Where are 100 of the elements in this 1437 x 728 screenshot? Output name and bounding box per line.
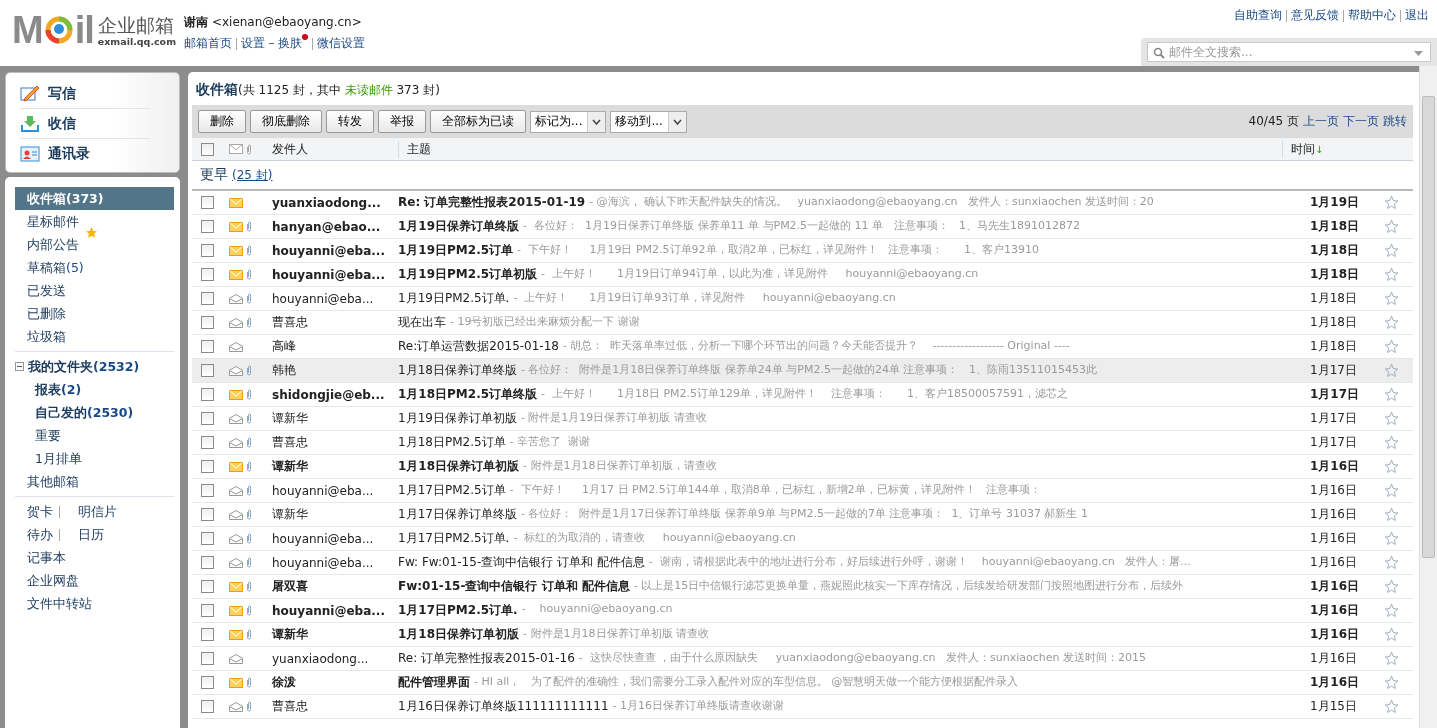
row-checkbox[interactable] [200,484,214,497]
folder-item[interactable]: 收件箱(373) [15,187,174,210]
row-checkbox[interactable] [200,340,214,353]
nav-link[interactable]: 换肤 [278,35,303,52]
star-icon[interactable] [1384,507,1399,522]
folder-item[interactable]: 自己发的(2530) [15,401,174,424]
email-row[interactable]: houyanni@eba... 1月19日PM2.5订单初版 - 上午好！ 1月19日订单94订单，以此为准，详见附件 houyanni@ebaoyang.cn 1月18日 [192,263,1413,287]
tool-link[interactable]: 待办 [15,523,53,546]
nav-link[interactable]: 邮箱首页 [184,35,233,52]
row-checkbox[interactable] [200,388,214,401]
folder-item[interactable]: 垃圾箱 [15,325,174,348]
folder-item[interactable]: 重要 [15,424,174,447]
email-row[interactable]: 谭新华 1月18日保养订单初版 - 附件是1月18日保养订单初版，请查收 1月16日 [192,455,1413,479]
email-row[interactable]: 谭新华 1月17日保养订单终版 - 各位好： 附件是1月17日保养订单终版 保养单9单 与PM2.5一起做的7单 注意事项： 1、订单号 31037 郝新生 1 1月16日 [192,503,1413,527]
row-checkbox[interactable] [200,412,214,425]
header-link[interactable]: 帮助中心 [1348,7,1396,24]
email-row[interactable]: yuanxiaodong... Re: 订单完整性报表2015-01-16 - 这快尽快查查 ，由于什么原因缺失 yuanxiaodong@ebaoyang.cn 发件人：sunxiaochen 发送时间：2015 1月16日 [192,647,1413,671]
scrollbar[interactable] [1419,66,1437,728]
tool-link[interactable]: 明信片 [66,500,117,523]
header-link[interactable]: 意见反馈 [1291,7,1339,24]
email-row[interactable]: 曹喜忠 1月16日保养订单终版111111111111 - 1月16日保养订单终版请查收谢谢 1月15日 [192,695,1413,719]
column-header[interactable]: 主题 [398,140,1282,158]
header-link[interactable]: 退出 [1405,7,1429,24]
email-row[interactable]: houyanni@eba... 1月17日PM2.5订单. - houyanni@ebaoyang.cn 1月16日 [192,599,1413,623]
email-row[interactable]: houyanni@eba... 1月19日PM2.5订单. - 上午好！ 1月19日订单93订单，详见附件 houyanni@ebaoyang.cn 1月18日 [192,287,1413,311]
email-row[interactable]: 徐泼 配件管理界面 - HI all， 为了配件的准确性，我们需要分工录入配件对应的车型信息。 @智慧明天做一个能方便根据配件录入 1月16日 [192,671,1413,695]
folder-item[interactable]: 报表(2) [15,378,174,401]
tool-link[interactable]: 文件中转站 [15,592,92,615]
collapse-icon[interactable] [15,362,24,371]
star-icon[interactable] [1384,291,1399,306]
star-icon[interactable] [1384,267,1399,282]
toolbar-button[interactable]: 举报 [378,110,426,133]
row-checkbox[interactable] [200,316,214,329]
star-icon[interactable] [1384,579,1399,594]
folder-item[interactable]: 已删除 [15,302,174,325]
row-checkbox[interactable] [200,556,214,569]
star-icon[interactable] [1384,435,1399,450]
nav-link[interactable]: 设置 [241,35,266,52]
action-link[interactable]: 通讯录 [20,139,150,168]
action-link[interactable]: 写信 [20,79,150,109]
star-icon[interactable] [1384,195,1399,210]
row-checkbox[interactable] [200,700,214,713]
toolbar-button[interactable]: 全部标为已读 [430,110,526,133]
email-row[interactable]: 曹喜忠 1月18日PM2.5订单 - 辛苦您了 谢谢 1月17日 [192,431,1413,455]
tool-link[interactable]: 记事本 [15,546,66,569]
folder-item[interactable]: 已发送 [15,279,174,302]
star-icon[interactable] [1384,339,1399,354]
email-row[interactable]: 谭新华 1月19日保养订单初版 - 附件是1月19日保养订单初版 请查收 1月17日 [192,407,1413,431]
folder-item[interactable]: 1月排单 [15,447,174,470]
search-field[interactable]: 邮件全文搜索... [1147,42,1431,62]
star-icon[interactable] [1384,315,1399,330]
folder-item[interactable]: 星标邮件 [15,210,174,233]
row-checkbox[interactable] [200,244,214,257]
pagination-link[interactable]: 跳转 [1383,113,1407,130]
folder-item[interactable]: 其他邮箱 [15,470,174,493]
row-checkbox[interactable] [200,580,214,593]
row-checkbox[interactable] [200,532,214,545]
row-checkbox[interactable] [200,436,214,449]
row-checkbox[interactable] [200,604,214,617]
row-checkbox[interactable] [200,628,214,641]
select-all-checkbox[interactable] [200,142,214,156]
email-row[interactable]: houyanni@eba... 1月17日PM2.5订单 - 下午好！ 1月17 日 PM2.5订单144单，取消8单，已标红，新增2单，已标黄，详见附件！ 注意事项： 1月16日 [192,479,1413,503]
star-icon[interactable] [1384,555,1399,570]
email-row[interactable]: 屠双喜 Fw:01-15-查询中信银行 订单和 配件信息 - 以上是15日中信银行滤芯更换单量，燕妮照此核实一下库存情况，后续发给研发部门按照地图进行分布，后续外 1月16日 [192,575,1413,599]
email-row[interactable]: 谭新华 1月18日保养订单初版 - 附件是1月18日保养订单初版 请查收 1月16日 [192,623,1413,647]
folder-item[interactable]: 内部公告 [15,233,174,256]
row-checkbox[interactable] [200,292,214,305]
tool-link[interactable]: 日历 [66,523,104,546]
star-icon[interactable] [1384,243,1399,258]
nav-link[interactable]: 微信设置 [317,35,366,52]
row-checkbox[interactable] [200,220,214,233]
star-icon[interactable] [1384,603,1399,618]
star-icon[interactable] [1384,459,1399,474]
row-checkbox[interactable] [200,508,214,521]
toolbar-button[interactable]: 彻底删除 [250,110,322,133]
row-checkbox[interactable] [200,268,214,281]
row-checkbox[interactable] [200,196,214,209]
header-link[interactable]: 自助查询 [1234,7,1282,24]
star-icon[interactable] [1384,411,1399,426]
action-link[interactable]: 收信 [20,109,150,139]
row-checkbox[interactable] [200,364,214,377]
toolbar-button[interactable]: 转发 [326,110,374,133]
column-header[interactable]: 发件人 [262,140,398,158]
tool-link[interactable]: 贺卡 [15,500,53,523]
email-row[interactable]: houyanni@eba... Fw: Fw:01-15-查询中信银行 订单和 配件信息 - 谢南，请根据此表中的地址进行分布，好后续进行外呼，谢谢！ houyanni@ebaoyang.cn 发件人：屠... 1月16日 [192,551,1413,575]
folder-item[interactable]: 草稿箱(5) [15,256,174,279]
star-icon[interactable] [1384,699,1399,714]
folder-item[interactable]: 我的文件夹(2532) [24,355,140,378]
star-icon[interactable] [1384,363,1399,378]
pagination-link[interactable]: 下一页 [1343,113,1379,130]
row-checkbox[interactable] [200,652,214,665]
column-header[interactable]: 时间↓ [1282,140,1373,158]
star-icon[interactable] [1384,483,1399,498]
star-icon[interactable] [1384,387,1399,402]
star-icon[interactable] [1384,219,1399,234]
pagination-link[interactable]: 上一页 [1303,113,1339,130]
email-row[interactable]: yuanxiaodong... Re: 订单完整性报表2015-01-19 - @海滨， 确认下昨天配件缺失的情况。 yuanxiaodong@ebaoyang.cn 发件人：sunxiaochen 发送时间：20 1月19日 [192,191,1413,215]
toolbar-button[interactable]: 删除 [198,110,246,133]
row-checkbox[interactable] [200,460,214,473]
star-icon[interactable] [1384,675,1399,690]
